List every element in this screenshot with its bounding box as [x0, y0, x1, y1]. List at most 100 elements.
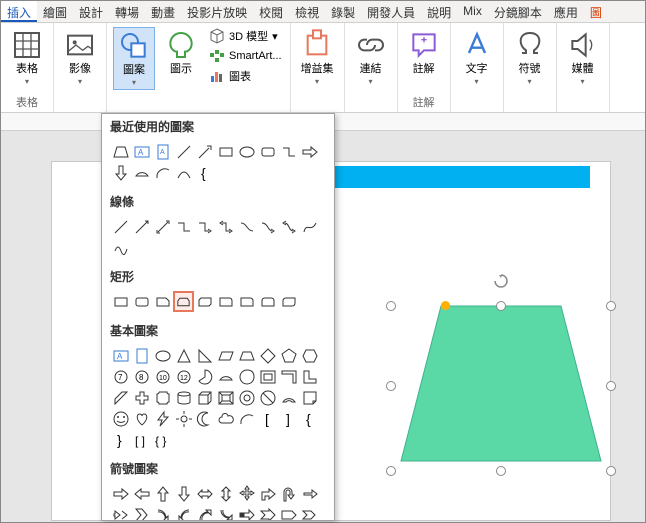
shape-arrow-misc[interactable] — [299, 483, 320, 504]
addins-button[interactable]: 增益集 ▾ — [297, 27, 338, 88]
shape-right-triangle[interactable] — [194, 345, 215, 366]
media-button[interactable]: 媒體 ▾ — [563, 27, 603, 88]
shape-moon[interactable] — [194, 408, 215, 429]
shape-line[interactable] — [173, 141, 194, 162]
shape-arrow-right[interactable] — [299, 141, 320, 162]
shape-arrow-bent[interactable] — [257, 483, 278, 504]
shape-triangle[interactable] — [173, 345, 194, 366]
tables-button[interactable]: 表格 ▾ — [7, 27, 47, 88]
shape-octagon[interactable]: 8 — [131, 366, 152, 387]
shape-arrow-curved-r[interactable] — [152, 504, 173, 521]
tab-help[interactable]: 說明 — [421, 1, 457, 22]
shape-curve-double[interactable] — [278, 216, 299, 237]
shape-can[interactable] — [173, 387, 194, 408]
shape-chord[interactable] — [131, 162, 152, 183]
shape-hexagon[interactable] — [299, 345, 320, 366]
shape-arrow-leftright[interactable] — [194, 483, 215, 504]
tab-review[interactable]: 校閱 — [253, 1, 289, 22]
shape-brace-r[interactable]: } — [110, 429, 131, 450]
chart-button[interactable]: 圖表 — [207, 67, 284, 85]
tab-transitions[interactable]: 轉場 — [109, 1, 145, 22]
shape-arrow-down[interactable] — [110, 162, 131, 183]
shape-oval[interactable] — [152, 345, 173, 366]
shape-elbow-arrow[interactable] — [194, 216, 215, 237]
shape-bracket-l[interactable]: [ — [257, 408, 278, 429]
selected-shape-trapezoid[interactable] — [391, 281, 611, 471]
links-button[interactable]: 連結 ▾ — [351, 27, 391, 88]
shapes-button[interactable]: 圖案 ▾ — [113, 27, 155, 90]
shape-curve-connector[interactable] — [236, 216, 257, 237]
shape-round1[interactable] — [236, 291, 257, 312]
shape-smiley[interactable] — [110, 408, 131, 429]
resize-handle[interactable] — [496, 466, 506, 476]
shape-snip-same-side[interactable] — [173, 291, 194, 312]
shape-donut[interactable] — [236, 387, 257, 408]
shape-folded[interactable] — [299, 387, 320, 408]
shape-decagon[interactable]: 10 — [152, 366, 173, 387]
shape-roundrect[interactable] — [257, 141, 278, 162]
tab-draw[interactable]: 繪圖 — [37, 1, 73, 22]
resize-handle[interactable] — [386, 466, 396, 476]
shape-line[interactable] — [110, 216, 131, 237]
shape-arrow-striped[interactable] — [236, 504, 257, 521]
shape-bracket-r[interactable]: ] — [278, 408, 299, 429]
shape-teardrop[interactable] — [236, 366, 257, 387]
tab-design[interactable]: 設計 — [73, 1, 109, 22]
shape-arrow-curved-u[interactable] — [194, 504, 215, 521]
shape-arrow-up[interactable] — [152, 483, 173, 504]
shape-arrow-chevron[interactable] — [299, 504, 320, 521]
shape-round-diag[interactable] — [278, 291, 299, 312]
shape-snip1[interactable] — [152, 291, 173, 312]
shape-textbox-v[interactable] — [131, 345, 152, 366]
shape-sun[interactable] — [173, 408, 194, 429]
shape-heptagon[interactable]: 7 — [110, 366, 131, 387]
shape-arrow-uturn[interactable] — [278, 483, 299, 504]
shape-roundrect[interactable] — [131, 291, 152, 312]
shape-arc[interactable] — [152, 162, 173, 183]
shape-arrow-down[interactable] — [173, 483, 194, 504]
shape-arrow-updown[interactable] — [215, 483, 236, 504]
shape-half-frame[interactable] — [278, 366, 299, 387]
shape-round-same[interactable] — [257, 291, 278, 312]
shape-block-arc[interactable] — [278, 387, 299, 408]
shape-brace-pair[interactable]: { } — [152, 429, 173, 450]
comments-button[interactable]: 註解 — [404, 27, 444, 77]
shape-diag-stripe[interactable] — [110, 387, 131, 408]
shape-heart[interactable] — [131, 408, 152, 429]
shape-line-double-arrow[interactable] — [152, 216, 173, 237]
tab-overflow[interactable]: 圖 — [584, 1, 608, 22]
shape-rect[interactable] — [215, 141, 236, 162]
shape-arrow-notched[interactable] — [257, 504, 278, 521]
shape-bracket-pair[interactable]: [ ] — [131, 429, 152, 450]
shape-noentry[interactable] — [257, 387, 278, 408]
shape-plus[interactable] — [131, 387, 152, 408]
shape-arrow-left[interactable] — [131, 483, 152, 504]
resize-handle[interactable] — [386, 301, 396, 311]
shape-bevel[interactable] — [215, 387, 236, 408]
shape-line-arrow[interactable] — [194, 141, 215, 162]
shape-arrow-misc2[interactable] — [110, 504, 131, 521]
tab-insert[interactable]: 插入 — [1, 1, 37, 22]
tab-record[interactable]: 錄製 — [325, 1, 361, 22]
tab-animations[interactable]: 動畫 — [145, 1, 181, 22]
icons-button[interactable]: 圖示 — [161, 27, 201, 77]
tab-apps[interactable]: 應用 — [548, 1, 584, 22]
shape-arrow-curved-l[interactable] — [173, 504, 194, 521]
shape-arc[interactable] — [236, 408, 257, 429]
resize-handle[interactable] — [606, 301, 616, 311]
shape-parallelogram[interactable] — [215, 345, 236, 366]
resize-handle[interactable] — [386, 381, 396, 391]
image-button[interactable]: 影像 ▾ — [60, 27, 100, 88]
shape-elbow-double[interactable] — [215, 216, 236, 237]
shape-snip-diag[interactable] — [194, 291, 215, 312]
shape-frame[interactable] — [257, 366, 278, 387]
shape-curve-arrow[interactable] — [257, 216, 278, 237]
shape-pentagon[interactable] — [278, 345, 299, 366]
smartart-button[interactable]: SmartArt... — [207, 47, 284, 65]
shape-freeform[interactable] — [299, 216, 320, 237]
shape-oval[interactable] — [236, 141, 257, 162]
shape-arrow-right[interactable] — [110, 483, 131, 504]
shape-chord[interactable] — [215, 366, 236, 387]
shape-pie[interactable] — [194, 366, 215, 387]
shape-arrow-quad[interactable] — [236, 483, 257, 504]
